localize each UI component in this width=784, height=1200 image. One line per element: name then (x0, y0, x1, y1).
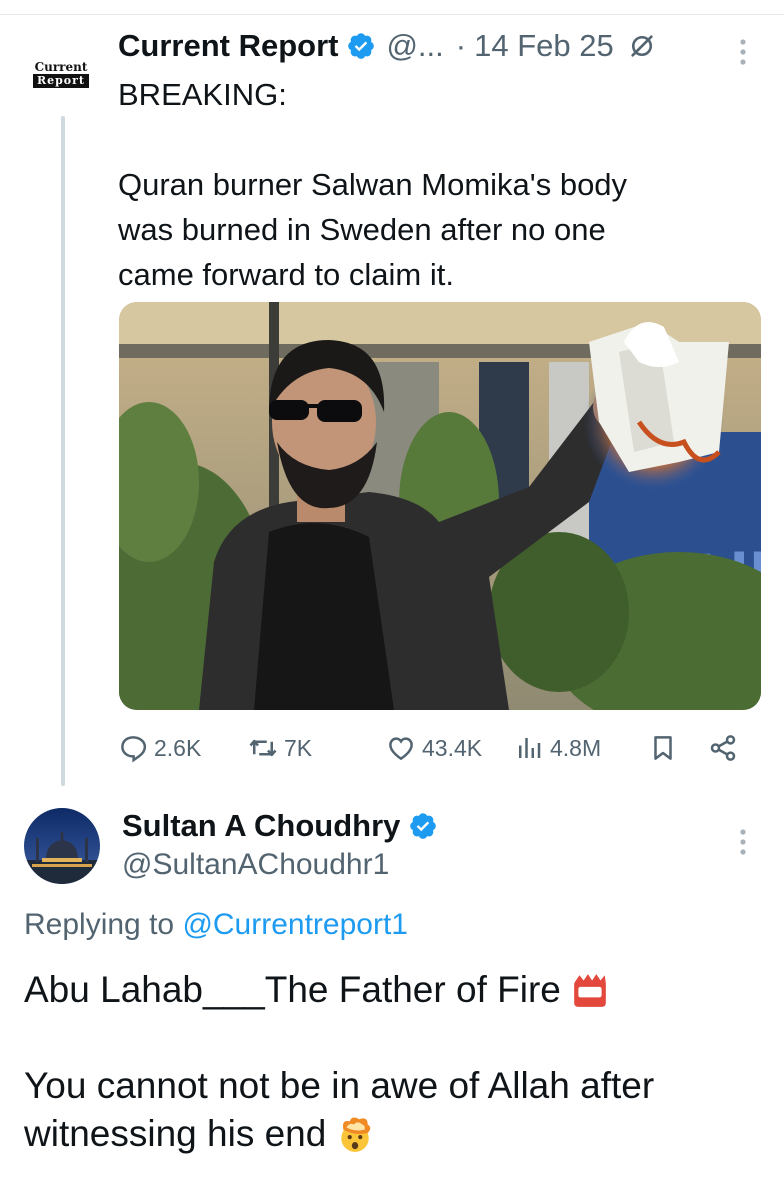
reply-button[interactable]: 2.6K (118, 728, 201, 768)
reply-count: 2.6K (154, 734, 202, 761)
views-count: 4.8M (550, 734, 602, 761)
like-button[interactable]: 43.4K (386, 728, 482, 768)
avatar-text-report: Report (32, 74, 90, 88)
retweet-count: 7K (284, 734, 313, 761)
reply-header: Sultan A Choudhry (122, 806, 438, 846)
thread-line (61, 116, 65, 786)
author-name[interactable]: Current Report (118, 28, 338, 64)
share-icon (710, 735, 736, 761)
tweet-header: Current Report @... · 14 Feb 25 (118, 26, 656, 66)
photo-man-burning-book: Alle (119, 302, 761, 710)
bookmark-icon (654, 736, 672, 760)
bookmark-button[interactable] (648, 728, 684, 768)
tweet-text: BREAKING: Quran burner Salwan Momika's b… (118, 72, 738, 297)
more-icon[interactable] (736, 824, 750, 860)
verified-badge-icon (410, 813, 437, 839)
tweet-date[interactable]: 14 Feb 25 (474, 28, 614, 64)
sultan-avatar[interactable] (24, 808, 100, 884)
current-report-avatar[interactable]: Current Report (26, 50, 96, 98)
tweet-text-line: came forward to claim it. (118, 257, 454, 292)
reply-text-line-3: witnessing his end (24, 1113, 327, 1154)
views-button[interactable]: 4.8M (514, 728, 601, 768)
more-icon[interactable] (736, 34, 750, 70)
author-handle[interactable]: @... (386, 28, 443, 64)
avatar-text-current: Current (34, 60, 88, 74)
replying-to: Replying to @Currentreport1 (24, 908, 408, 942)
like-icon (389, 737, 413, 761)
reply-text-line: You cannot not be in awe of Allah after (24, 1062, 764, 1110)
tweet-actions: 2.6K 7K 43.4K 4.8M (118, 728, 754, 768)
tweet-text-line: was burned in Sweden after no one (118, 212, 606, 247)
retweet-button[interactable]: 7K (248, 728, 312, 768)
like-count: 43.4K (422, 734, 483, 761)
reply-text-line: witnessing his end (24, 1110, 764, 1158)
reply-text-line-1: Abu Lahab___The Father of Fire (24, 969, 561, 1010)
reply-text: Abu Lahab___The Father of Fire You canno… (24, 966, 764, 1158)
views-icon (519, 738, 541, 758)
share-button[interactable] (708, 728, 744, 768)
verified-badge-icon (348, 33, 375, 59)
retweet-icon (249, 739, 277, 757)
reply-author-handle[interactable]: @SultanAChoudhr1 (122, 848, 389, 882)
mosque-avatar-image (24, 808, 100, 884)
reply-icon (121, 736, 147, 763)
tweet-text-line: Quran burner Salwan Momika's body (118, 167, 628, 202)
reply-text-line-2: You cannot not be in awe of Allah after (24, 1065, 655, 1106)
reply-text-line: Abu Lahab___The Father of Fire (24, 966, 764, 1014)
reply-author-name[interactable]: Sultan A Choudhry (122, 808, 400, 844)
edited-icon (631, 35, 653, 57)
exploding-head-emoji (341, 1117, 371, 1152)
tweet-photo[interactable]: Alle (119, 302, 761, 710)
top-divider (0, 14, 784, 15)
name-badge-emoji (574, 974, 606, 1007)
separator-dot: · (455, 28, 467, 63)
replying-prefix: Replying to (24, 908, 175, 941)
replying-mention-link[interactable]: @Currentreport1 (182, 908, 408, 941)
tweet-text-line: BREAKING: (118, 77, 287, 112)
